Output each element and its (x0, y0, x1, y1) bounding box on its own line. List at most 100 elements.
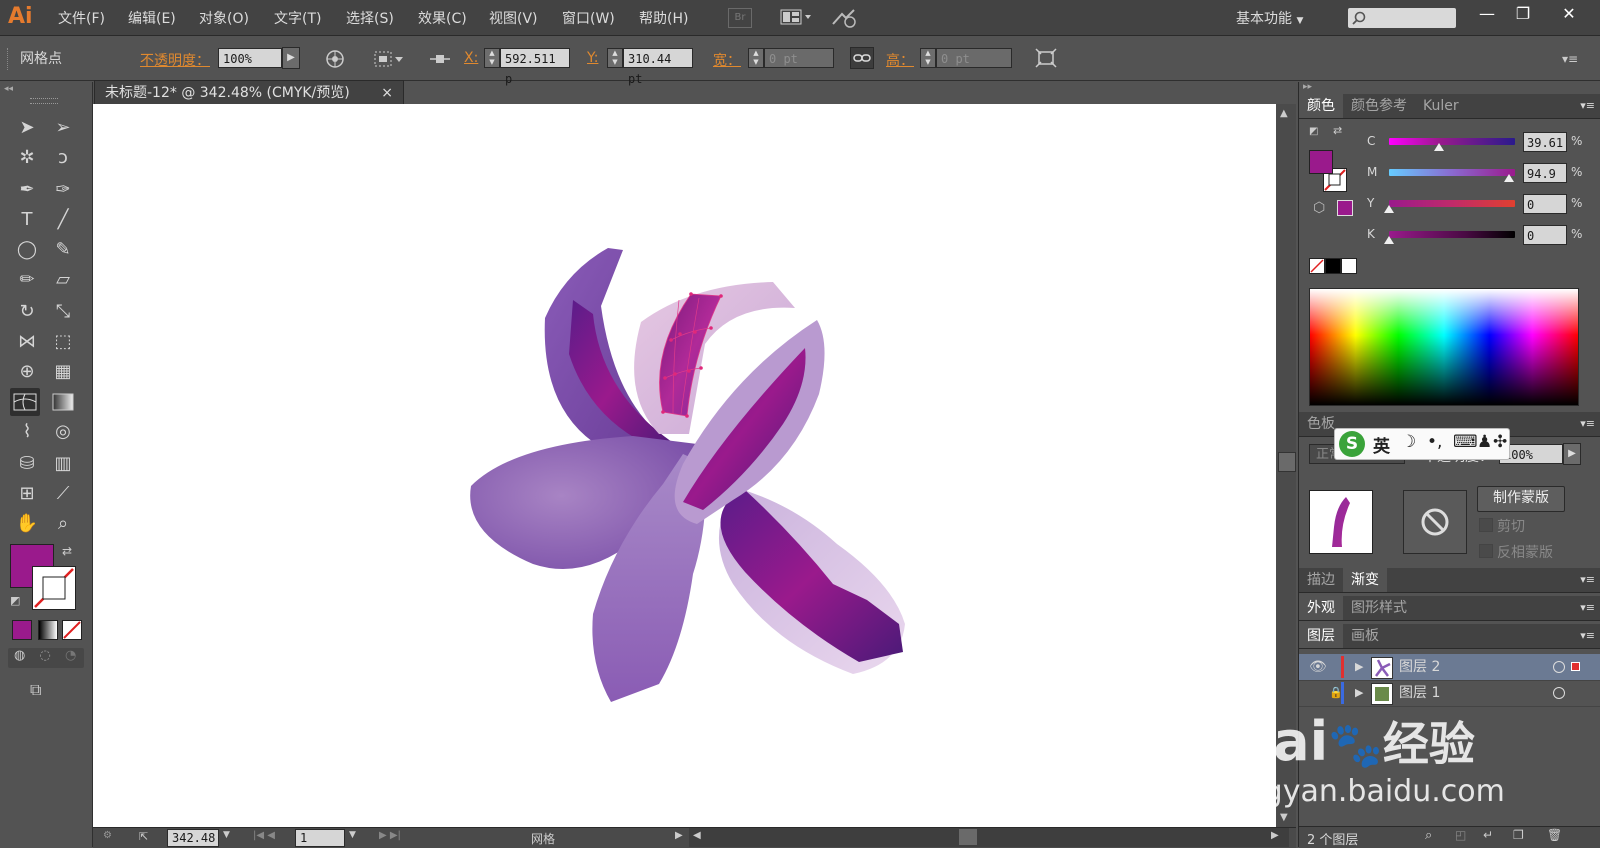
make-clipping-mask-icon[interactable]: ◰ (1455, 828, 1466, 842)
transform-icon[interactable] (1034, 47, 1058, 73)
hand-tool-icon[interactable]: ✋ (12, 510, 42, 538)
menu-select[interactable]: 选择(S) (346, 8, 394, 28)
opacity-dropdown-arrow[interactable]: ▶ (282, 47, 300, 69)
artboard-tool-icon[interactable]: ⊞ (12, 480, 42, 508)
hscroll-thumb[interactable] (959, 829, 977, 845)
menu-type[interactable]: 文字(T) (274, 8, 321, 28)
line-tool-icon[interactable]: ╱ (48, 206, 78, 234)
layer-row[interactable]: 🔒 ▶ 图层 1 (1299, 680, 1600, 707)
punctuation-icon[interactable]: •, (1427, 432, 1442, 452)
channel-value-m[interactable]: 94.9 (1523, 163, 1567, 183)
height-label[interactable]: 高： (886, 50, 914, 70)
gradient-tool-icon[interactable] (48, 388, 78, 416)
default-colors-icon[interactable]: ◩ (1309, 126, 1318, 137)
channel-slider-c[interactable] (1389, 138, 1515, 145)
object-thumbnail[interactable] (1309, 490, 1373, 554)
toolbox-icon[interactable]: ✣ (1493, 432, 1507, 452)
gradient-panel-menu-icon[interactable]: ▾≡ (1580, 568, 1595, 592)
draw-inside-icon[interactable]: ◔ (65, 648, 76, 663)
close-tab-icon[interactable]: × (381, 81, 393, 105)
x-stepper[interactable]: ▲ ▼ (484, 48, 500, 68)
y-label[interactable]: Y: (587, 50, 598, 66)
share-icon[interactable]: ⇱ (139, 830, 148, 843)
black-swatch[interactable] (1325, 258, 1341, 274)
color-mode-button[interactable] (12, 620, 32, 640)
panel-opacity-arrow[interactable]: ▶ (1563, 443, 1581, 465)
selection-indicator[interactable] (1571, 662, 1580, 671)
invert-mask-checkbox[interactable] (1479, 544, 1493, 558)
last-artboard-icon[interactable]: ▶ ▶| (379, 830, 401, 841)
channel-value-y[interactable]: 0 (1523, 194, 1567, 214)
reference-point-icon[interactable] (428, 50, 452, 72)
width-stepper[interactable]: ▲ ▼ (748, 48, 764, 68)
default-fill-stroke-icon[interactable]: ◩ (10, 594, 20, 607)
target-icon[interactable] (1553, 661, 1565, 673)
height-field[interactable]: 0 pt (936, 48, 1012, 68)
free-transform-tool-icon[interactable]: ⬚ (48, 328, 78, 356)
channel-slider-knob[interactable] (1503, 174, 1514, 182)
channel-value-c[interactable]: 39.61 (1523, 132, 1567, 152)
height-stepper[interactable]: ▲ ▼ (920, 48, 936, 68)
type-tool-icon[interactable]: T (12, 206, 42, 234)
channel-slider-y[interactable] (1389, 200, 1515, 207)
scale-tool-icon[interactable]: ⤡ (48, 298, 78, 326)
menu-view[interactable]: 视图(V) (489, 8, 538, 28)
toolbar-grip[interactable] (30, 98, 58, 104)
layer-row[interactable]: 👁 ▶ 图层 2 (1299, 654, 1600, 681)
close-window-button[interactable]: ✕ (1552, 2, 1586, 28)
lasso-tool-icon[interactable]: ↄ (48, 144, 78, 172)
zoom-tool-icon[interactable]: ⌕ (48, 510, 78, 538)
pencil-tool-icon[interactable]: ✏ (12, 266, 42, 294)
swap-colors-icon[interactable]: ⇄ (1333, 124, 1342, 137)
menu-object[interactable]: 对象(O) (199, 8, 249, 28)
layer-name[interactable]: 图层 2 (1399, 654, 1440, 680)
layer-name[interactable]: 图层 1 (1399, 680, 1440, 706)
flower-artwork[interactable] (93, 104, 1276, 827)
draw-behind-icon[interactable]: ◌ (39, 648, 50, 663)
rotate-tool-icon[interactable]: ↻ (12, 298, 42, 326)
white-swatch[interactable] (1341, 258, 1357, 274)
horizontal-scrollbar[interactable]: ◀ ▶ (689, 828, 1289, 847)
artboard-dropdown-icon[interactable]: ▼ (349, 830, 356, 840)
trash-icon[interactable]: 🗑 (1547, 828, 1562, 842)
bridge-button[interactable]: Br (728, 8, 752, 28)
clip-checkbox[interactable] (1479, 518, 1493, 532)
column-graph-tool-icon[interactable]: ▥ (48, 450, 78, 478)
x-field[interactable]: 592.511 p (500, 48, 570, 86)
eyedropper-tool-icon[interactable]: ⌇ (12, 418, 42, 446)
none-swatch[interactable] (1309, 258, 1325, 274)
menu-effect[interactable]: 效果(C) (418, 8, 467, 28)
color-panel-menu-icon[interactable]: ▾≡ (1580, 94, 1595, 118)
scroll-up-icon[interactable]: ▲ (1280, 108, 1288, 119)
tab-layers[interactable]: 图层 (1299, 624, 1343, 648)
selection-tool-icon[interactable]: ➤ (12, 114, 42, 142)
tab-kuler[interactable]: Kuler (1415, 94, 1467, 118)
status-icon[interactable]: ⚙ (103, 830, 112, 841)
moon-icon[interactable]: ☽ (1401, 432, 1416, 452)
tab-color[interactable]: 颜色 (1299, 94, 1343, 118)
paintbrush-tool-icon[interactable]: ✎ (48, 236, 78, 264)
tab-graphic-styles[interactable]: 图形样式 (1343, 596, 1415, 620)
new-sublayer-icon[interactable]: ↵ (1483, 828, 1493, 842)
constrain-proportions-icon[interactable] (850, 47, 874, 69)
expand-layer-icon[interactable]: ▶ (1355, 654, 1363, 680)
gradient-mode-button[interactable] (38, 620, 58, 640)
channel-value-k[interactable]: 0 (1523, 225, 1567, 245)
direct-selection-tool-icon[interactable]: ➢ (48, 114, 78, 142)
mesh-tool-icon[interactable] (10, 388, 40, 416)
transparency-panel-menu-icon[interactable]: ▾≡ (1580, 412, 1595, 436)
user-icon[interactable]: ♟ (1477, 432, 1492, 452)
menu-help[interactable]: 帮助(H) (639, 8, 688, 28)
scroll-thumb[interactable] (1278, 452, 1296, 472)
curvature-tool-icon[interactable]: ✑ (48, 176, 78, 204)
blend-tool-icon[interactable]: ◎ (48, 418, 78, 446)
workspace-switcher[interactable]: 基本功能 ▼ (1236, 8, 1303, 28)
draw-normal-icon[interactable]: ◍ (14, 648, 25, 663)
appearance-panel-menu-icon[interactable]: ▾≡ (1580, 596, 1595, 620)
zoom-dropdown-icon[interactable]: ▼ (223, 830, 230, 840)
width-label[interactable]: 宽： (713, 50, 741, 70)
opacity-field[interactable]: 100% (218, 48, 282, 68)
ellipse-tool-icon[interactable]: ◯ (12, 236, 42, 264)
tab-artboards[interactable]: 画板 (1343, 624, 1387, 648)
status-menu-arrow[interactable]: ▶ (675, 830, 683, 841)
